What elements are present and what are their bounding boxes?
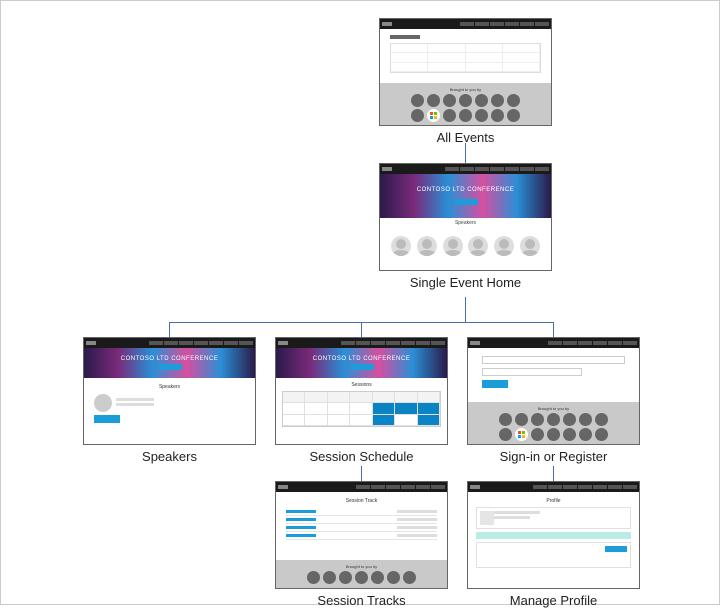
thumb-navbar — [84, 338, 255, 348]
hero-banner: CONTOSO LTD CONFERENCE — [380, 174, 551, 218]
thumb-navbar — [380, 19, 551, 29]
avatar-icon — [391, 236, 411, 256]
thumb-navbar — [468, 338, 639, 348]
page-heading-bar — [390, 35, 420, 39]
sponsor-logo-icon — [411, 94, 424, 107]
session-block — [373, 403, 395, 414]
speaker-card — [94, 394, 245, 412]
sponsor-title: Brought to you by — [450, 87, 481, 92]
caption-all-events: All Events — [379, 130, 552, 145]
connector-to-signin — [553, 322, 554, 337]
password-field — [482, 368, 582, 376]
hero-banner: CONTOSO LTD CONFERENCE — [84, 348, 255, 378]
caption-speakers: Speakers — [83, 449, 256, 464]
caption-signin: Sign-in or Register — [467, 449, 640, 464]
section-heading-speakers: Speakers — [380, 218, 551, 228]
track-row — [286, 524, 437, 532]
save-button — [605, 546, 627, 552]
node-profile[interactable]: Profile Manage Profile — [467, 481, 640, 608]
thumb-navbar — [380, 164, 551, 174]
sponsor-title: Brought to you by — [346, 564, 377, 569]
thumb-signin: Brought to you by — [467, 337, 640, 445]
username-field — [482, 356, 625, 364]
page-heading: Session Track — [286, 498, 437, 504]
thumb-all-events: Brought to you by — [379, 18, 552, 126]
connector-to-speakers — [169, 322, 170, 337]
hero-title: CONTOSO LTD CONFERENCE — [121, 356, 218, 362]
avatar-icon — [520, 236, 540, 256]
node-single-event[interactable]: CONTOSO LTD CONFERENCE Speakers Single E… — [379, 163, 552, 290]
avatar-icon — [443, 236, 463, 256]
avatar-icon — [94, 394, 112, 412]
microsoft-logo-icon — [515, 428, 528, 441]
connector-signin-to-profile — [553, 466, 554, 481]
node-all-events[interactable]: Brought to you by All Events — [379, 18, 552, 145]
hero-cta-button — [158, 364, 182, 370]
caption-schedule: Session Schedule — [275, 449, 448, 464]
microsoft-logo-icon — [427, 109, 440, 122]
connector-to-schedule — [361, 322, 362, 337]
hero-title: CONTOSO LTD CONFERENCE — [313, 356, 410, 362]
sponsor-band: Brought to you by — [276, 560, 447, 588]
page-heading: Profile — [476, 498, 631, 504]
page-heading: Speakers — [94, 384, 245, 390]
speaker-avatar-row — [380, 228, 551, 260]
signin-button — [482, 380, 508, 388]
avatar-icon — [417, 236, 437, 256]
avatar-icon — [480, 511, 494, 525]
track-row — [286, 508, 437, 516]
connector-allevents-to-single — [465, 143, 466, 163]
caption-single-event: Single Event Home — [379, 275, 552, 290]
page-heading: Sessions — [282, 382, 441, 388]
thumb-navbar — [276, 338, 447, 348]
sponsor-band: Brought to you by — [380, 83, 551, 125]
profile-form-section — [476, 542, 631, 568]
avatar-icon — [494, 236, 514, 256]
events-table — [390, 43, 541, 73]
details-button — [94, 415, 120, 423]
node-speakers[interactable]: CONTOSO LTD CONFERENCE Speakers Speakers — [83, 337, 256, 464]
connector-single-to-hub-v — [465, 297, 466, 322]
avatar-icon — [468, 236, 488, 256]
node-tracks[interactable]: Session Track Brought to you by Session … — [275, 481, 448, 608]
thumb-profile: Profile — [467, 481, 640, 589]
caption-tracks: Session Tracks — [275, 593, 448, 608]
connector-schedule-to-tracks — [361, 466, 362, 481]
schedule-grid — [282, 391, 441, 427]
thumb-single-event: CONTOSO LTD CONFERENCE Speakers — [379, 163, 552, 271]
hero-cta-button — [454, 199, 478, 205]
sponsor-band: Brought to you by — [468, 402, 639, 444]
thumb-tracks: Session Track Brought to you by — [275, 481, 448, 589]
node-schedule[interactable]: CONTOSO LTD CONFERENCE Sessions Session … — [275, 337, 448, 464]
thumb-navbar — [276, 482, 447, 492]
caption-profile: Manage Profile — [467, 593, 640, 608]
info-banner — [476, 532, 631, 539]
track-row — [286, 532, 437, 540]
hero-cta-button — [350, 364, 374, 370]
thumb-speakers: CONTOSO LTD CONFERENCE Speakers — [83, 337, 256, 445]
node-signin[interactable]: Brought to you by Sign-in or Register — [467, 337, 640, 464]
hero-subtitle — [465, 193, 466, 197]
hero-banner: CONTOSO LTD CONFERENCE — [276, 348, 447, 378]
sponsor-title: Brought to you by — [538, 406, 569, 411]
thumb-schedule: CONTOSO LTD CONFERENCE Sessions — [275, 337, 448, 445]
profile-info-section — [476, 507, 631, 529]
track-row — [286, 516, 437, 524]
thumb-navbar — [468, 482, 639, 492]
